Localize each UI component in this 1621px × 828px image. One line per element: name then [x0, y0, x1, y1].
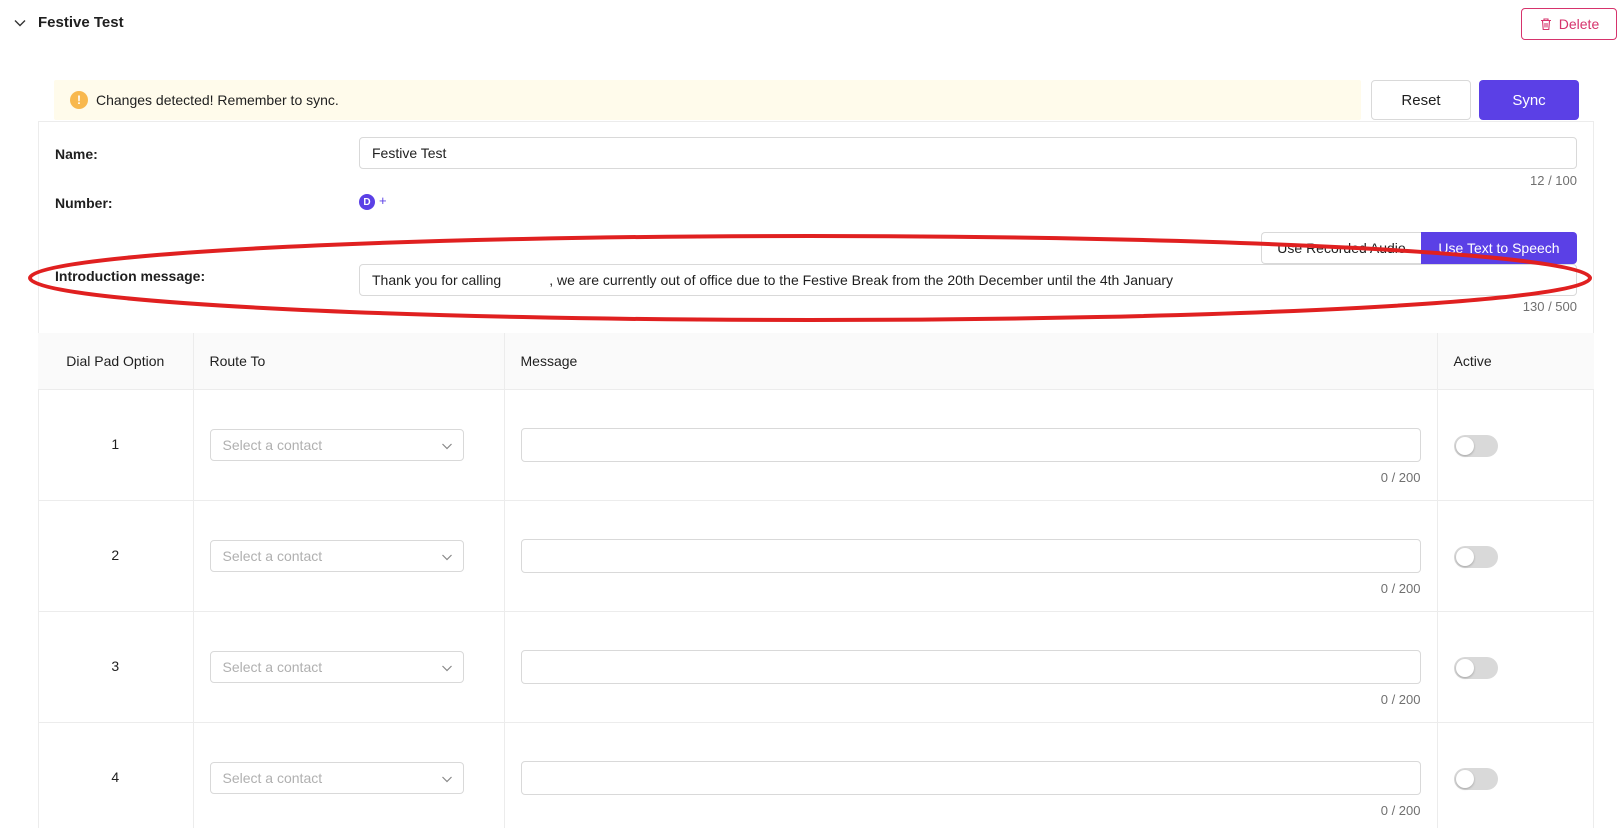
message-input[interactable]: [520, 538, 1421, 573]
table-row: 3 Select a contact 0 / 200: [38, 611, 1594, 723]
intro-char-count: 130 / 500: [1522, 299, 1577, 314]
message-char-count: 0 / 200: [1380, 802, 1421, 818]
message-char-count: 0 / 200: [1380, 691, 1421, 707]
name-input[interactable]: Festive Test: [359, 137, 1577, 169]
table-row: 2 Select a contact 0 / 200: [38, 500, 1594, 612]
delete-label: Delete: [1558, 16, 1600, 32]
active-toggle[interactable]: [1453, 767, 1498, 790]
dial-option-number: 1: [38, 389, 194, 501]
config-header: Festive Test Delete: [0, 0, 1621, 48]
number-avatar[interactable]: D: [359, 194, 375, 210]
route-select[interactable]: Select a contact: [209, 428, 464, 461]
active-toggle[interactable]: [1453, 656, 1498, 679]
route-placeholder: Select a contact: [222, 436, 323, 453]
chevron-down-icon: [441, 443, 452, 449]
chevron-down-icon[interactable]: [13, 16, 27, 30]
use-text-to-speech-toggle[interactable]: Use Text to Speech: [1421, 232, 1577, 264]
message-char-count: 0 / 200: [1380, 580, 1421, 596]
redacted-text: [501, 274, 550, 289]
trash-icon: [1540, 18, 1551, 31]
intro-text-end: , we are currently out of office due to …: [549, 272, 1174, 288]
header-active: Active: [1437, 333, 1594, 390]
reset-button[interactable]: Reset: [1371, 80, 1471, 120]
delete-button[interactable]: Delete: [1521, 8, 1617, 40]
number-label: Number:: [55, 195, 113, 211]
message-char-count: 0 / 200: [1380, 469, 1421, 485]
table-row: 4 Select a contact 0 / 200: [38, 722, 1594, 828]
add-number-icon[interactable]: +: [379, 193, 387, 208]
active-toggle[interactable]: [1453, 545, 1498, 568]
header-dial-pad-option: Dial Pad Option: [38, 333, 194, 390]
introduction-label: Introduction message:: [55, 268, 206, 284]
name-char-count: 12 / 100: [1530, 173, 1577, 188]
dial-option-number: 2: [38, 500, 194, 612]
page-title: Festive Test: [38, 14, 124, 31]
route-placeholder: Select a contact: [222, 769, 323, 786]
table-row: 1 Select a contact 0 / 200: [38, 389, 1594, 501]
sync-button[interactable]: Sync: [1479, 80, 1579, 120]
dial-pad-table: Dial Pad Option Route To Message Active …: [38, 333, 1594, 828]
route-select[interactable]: Select a contact: [209, 539, 464, 572]
intro-text-start: Thank you for calling: [372, 272, 502, 288]
dial-option-number: 4: [38, 722, 194, 828]
chevron-down-icon: [441, 776, 452, 782]
route-placeholder: Select a contact: [222, 547, 323, 564]
route-select[interactable]: Select a contact: [209, 761, 464, 794]
use-recorded-audio-toggle[interactable]: Use Recorded Audio: [1261, 232, 1421, 264]
chevron-down-icon: [441, 554, 452, 560]
route-select[interactable]: Select a contact: [209, 650, 464, 683]
message-input[interactable]: [520, 427, 1421, 462]
header-route-to: Route To: [193, 333, 505, 390]
chevron-down-icon: [441, 665, 452, 671]
alert-text: Changes detected! Remember to sync.: [96, 92, 339, 108]
changes-alert: ! Changes detected! Remember to sync.: [54, 80, 1361, 120]
warning-icon: !: [70, 91, 88, 109]
dial-option-number: 3: [38, 611, 194, 723]
active-toggle[interactable]: [1453, 434, 1498, 457]
message-input[interactable]: [520, 760, 1421, 795]
route-placeholder: Select a contact: [222, 658, 323, 675]
name-label: Name:: [55, 146, 98, 162]
introduction-message-input[interactable]: Thank you for calling , we are currently …: [359, 264, 1577, 296]
header-message: Message: [504, 333, 1438, 390]
message-input[interactable]: [520, 649, 1421, 684]
